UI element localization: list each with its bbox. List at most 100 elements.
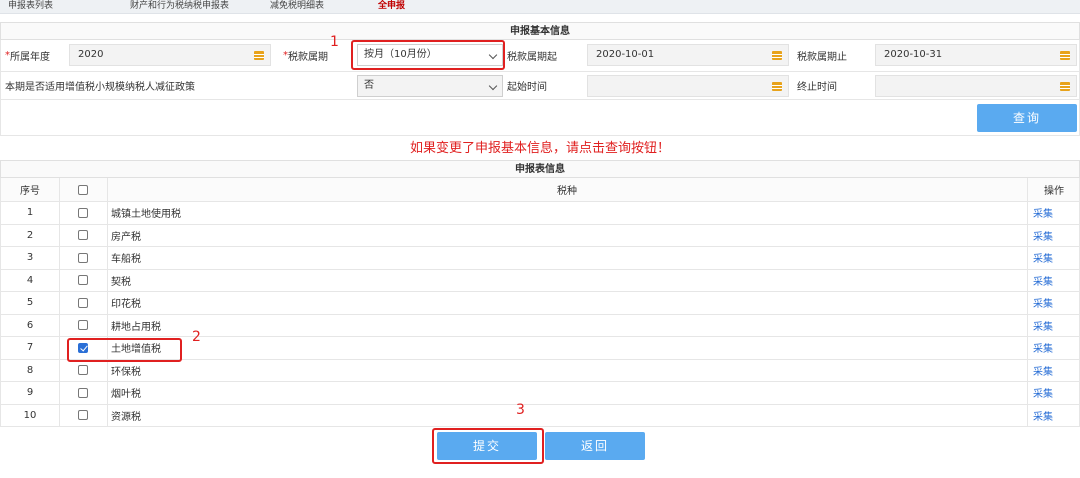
row-tax-type: 资源税 [111,411,141,423]
checkbox-icon[interactable] [78,275,88,286]
collect-link[interactable]: 采集 [1033,382,1077,404]
calendar-icon[interactable] [766,45,788,65]
row-tax-type: 车船税 [111,254,141,266]
row-tax-type: 环保税 [111,366,141,378]
annotation-number-2: 2 [192,329,201,345]
row-index: 2 [26,229,34,241]
tax-period-label: * 税款属期 [283,50,328,63]
table-row: 8 环保税 采集 [0,359,1080,382]
row-checkbox-cell [59,202,107,224]
period-start-field[interactable]: 2020-10-01 [587,44,789,66]
start-time-label: 起始时间 [507,82,547,93]
row-index: 1 [26,207,34,219]
row-index: 10 [23,409,37,421]
nav-property-tax-form[interactable]: 财产和行为税纳税申报表 [130,0,229,13]
collect-link[interactable]: 采集 [1033,315,1077,337]
row-index: 7 [26,342,34,354]
calendar-icon[interactable] [248,45,270,65]
query-button[interactable]: 查询 [977,104,1077,132]
table-row: 6 耕地占用税 采集 [0,314,1080,337]
period-start-label: 税款属期起 [507,52,557,63]
annotation-box-3 [432,428,544,464]
table-row: 1 城镇土地使用税 采集 [0,202,1080,225]
checkbox-icon[interactable] [78,230,88,241]
row-checkbox-cell [59,382,107,404]
table-row: 2 房产税 采集 [0,224,1080,247]
basic-info-row-1: * 所属年度 2020 * 税款属期 按月（10月份） 税款属期起 2020-10-… [0,40,1080,72]
calendar-icon[interactable] [766,76,788,96]
table-header-row: 序号 税种 操作 [0,178,1080,202]
collect-link[interactable]: 采集 [1033,225,1077,247]
annotation-box-2 [67,338,182,362]
row-tax-type: 烟叶税 [111,389,141,401]
row-index: 5 [26,297,34,309]
table-row: 9 烟叶税 采集 [0,382,1080,405]
checkbox-icon[interactable] [78,410,88,421]
nav-full-declaration[interactable]: 全申报 [378,0,405,13]
collect-link[interactable]: 采集 [1033,292,1077,314]
row-tax-type: 房产税 [111,231,141,243]
checkbox-icon[interactable] [78,320,88,331]
collect-link[interactable]: 采集 [1033,202,1077,224]
nav-exemption-detail[interactable]: 减免税明细表 [270,0,324,13]
checkbox-icon[interactable] [78,365,88,376]
query-row: 查询 [0,100,1080,136]
checkbox-icon[interactable] [78,252,88,263]
row-index: 6 [26,319,34,331]
collect-link[interactable]: 采集 [1033,270,1077,292]
annotation-number-1: 1 [330,34,339,50]
row-index: 3 [26,252,34,264]
annotation-box-1 [351,40,505,70]
row-tax-type: 土地增值税 [111,344,161,356]
header-select-all [59,178,107,201]
checkbox-icon[interactable] [78,297,88,308]
table-title: 申报表信息 [0,160,1080,178]
table-row: 4 契税 采集 [0,269,1080,292]
checkbox-icon[interactable] [78,207,88,218]
collect-link[interactable]: 采集 [1033,405,1077,427]
notice-text: 如果变更了申报基本信息，请点击查询按钮！ [409,141,670,156]
calendar-icon[interactable] [1054,45,1076,65]
header-index: 序号 [20,186,40,197]
back-button[interactable]: 返回 [545,432,645,460]
policy-select[interactable]: 否 [357,75,503,97]
fiscal-year-field[interactable]: 2020 [69,44,271,66]
calendar-icon[interactable] [1054,76,1076,96]
header-tax-type: 税种 [557,186,577,197]
collect-link[interactable]: 采集 [1033,360,1077,382]
row-checkbox-cell [59,405,107,427]
header-action: 操作 [1044,186,1064,197]
basic-info-title: 申报基本信息 [0,22,1080,40]
row-index: 8 [26,364,34,376]
end-time-field[interactable] [875,75,1077,97]
collect-link[interactable]: 采集 [1033,247,1077,269]
row-index: 9 [26,387,34,399]
row-tax-type: 城镇土地使用税 [111,209,181,221]
checkbox-icon[interactable] [78,184,88,195]
table-row: 5 印花税 采集 [0,292,1080,315]
chevron-down-icon [488,81,498,91]
table-row: 3 车船税 采集 [0,247,1080,270]
row-index: 4 [26,274,34,286]
row-checkbox-cell [59,360,107,382]
table-row: 10 资源税 采集 [0,404,1080,427]
end-time-label: 终止时间 [797,82,837,93]
row-checkbox-cell [59,247,107,269]
row-checkbox-cell [59,315,107,337]
start-time-field[interactable] [587,75,789,97]
period-end-label: 税款属期止 [797,52,847,63]
fiscal-year-label: * 所属年度 [5,50,50,63]
row-checkbox-cell [59,292,107,314]
row-tax-type: 契税 [111,276,131,288]
row-checkbox-cell [59,270,107,292]
nav-declaration-list[interactable]: 申报表列表 [8,0,53,13]
row-tax-type: 耕地占用税 [111,321,161,333]
collect-link[interactable]: 采集 [1033,337,1077,359]
policy-label: 本期是否适用增值税小规模纳税人减征政策 [5,82,195,93]
row-tax-type: 印花税 [111,299,141,311]
basic-info-row-2: 本期是否适用增值税小规模纳税人减征政策 否 起始时间 终止时间 [0,72,1080,100]
annotation-number-3: 3 [516,402,525,418]
period-end-field[interactable]: 2020-10-31 [875,44,1077,66]
checkbox-icon[interactable] [78,387,88,398]
row-checkbox-cell [59,225,107,247]
